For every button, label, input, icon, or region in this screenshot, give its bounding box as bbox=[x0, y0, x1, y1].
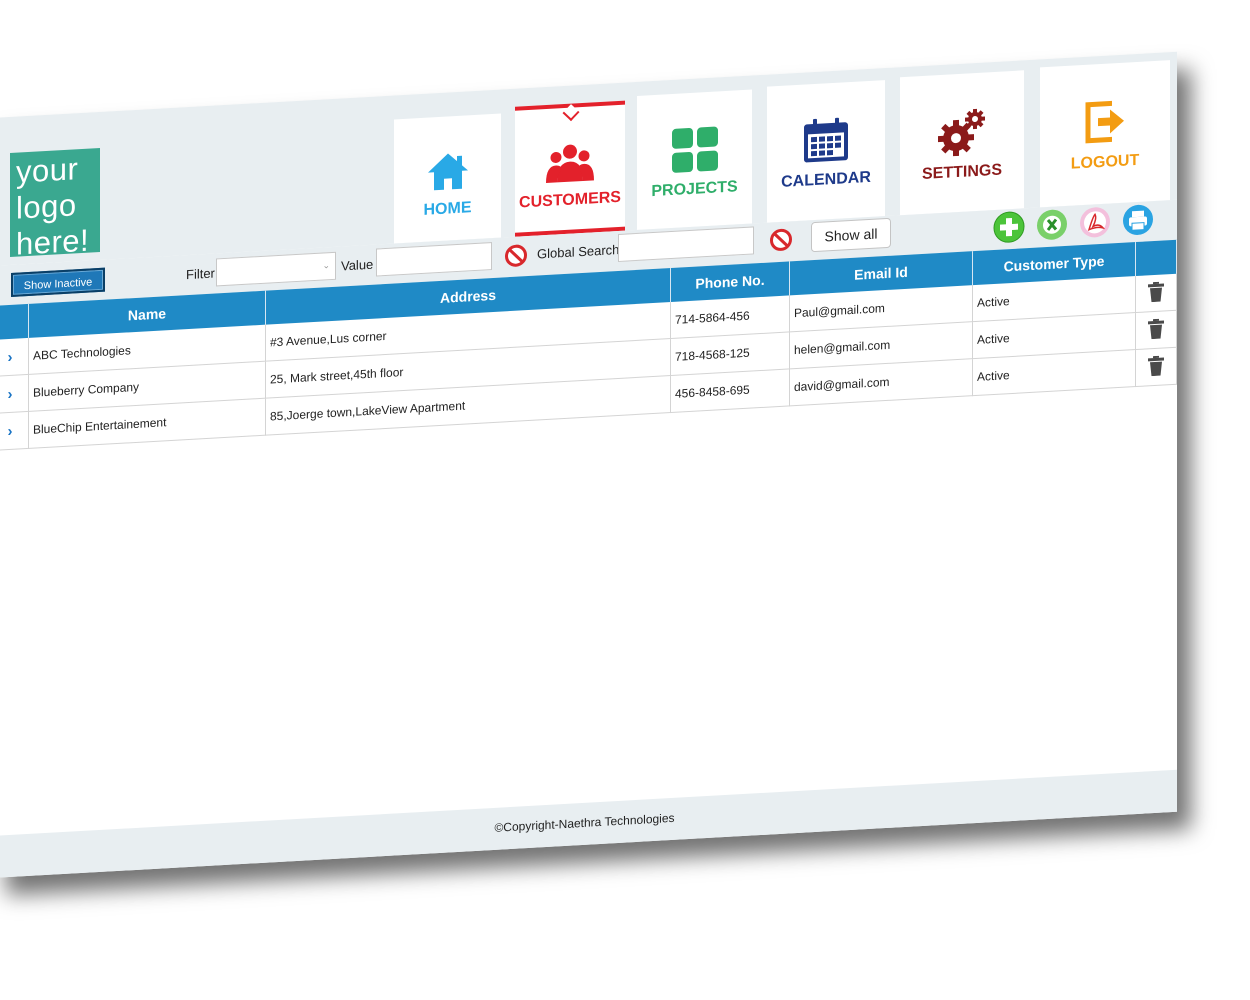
clear-search-icon[interactable] bbox=[769, 227, 793, 252]
gears-icon bbox=[938, 108, 985, 157]
users-icon bbox=[546, 144, 594, 184]
nav-settings-label: SETTINGS bbox=[921, 161, 1002, 184]
nav-home-label: HOME bbox=[423, 199, 472, 219]
grid-icon bbox=[671, 126, 718, 173]
delete-cell bbox=[1135, 273, 1177, 313]
active-notch bbox=[562, 104, 580, 122]
nav-logout[interactable]: LOGOUT bbox=[1040, 60, 1170, 208]
nav-calendar-label: CALENDAR bbox=[781, 168, 871, 191]
logout-icon bbox=[1085, 100, 1124, 144]
nav-projects-label: PROJECTS bbox=[651, 178, 738, 201]
chevron-down-icon: ⌄ bbox=[322, 260, 330, 271]
nav-customers-label: CUSTOMERS bbox=[519, 188, 621, 212]
col-actions bbox=[1135, 239, 1177, 277]
nav-logout-label: LOGOUT bbox=[1070, 151, 1140, 173]
global-search-input[interactable] bbox=[618, 226, 754, 263]
expand-row-icon[interactable]: › bbox=[0, 337, 29, 377]
nav-home[interactable]: HOME bbox=[394, 113, 501, 244]
logo-line-2: logo bbox=[16, 187, 77, 226]
col-expand bbox=[0, 303, 29, 340]
global-search-label: Global Search bbox=[537, 241, 620, 262]
nav-calendar[interactable]: CALENDAR bbox=[767, 80, 885, 223]
nav-customers[interactable]: CUSTOMERS bbox=[515, 100, 625, 237]
add-icon[interactable] bbox=[993, 210, 1025, 244]
excel-icon[interactable] bbox=[1036, 208, 1068, 242]
show-all-button[interactable]: Show all bbox=[811, 217, 891, 253]
calendar-icon bbox=[804, 117, 848, 163]
clear-filter-icon[interactable] bbox=[504, 243, 528, 268]
company-logo: your logo here! bbox=[10, 147, 100, 262]
show-inactive-button[interactable]: Show Inactive bbox=[11, 267, 105, 297]
value-label: Value bbox=[341, 256, 374, 274]
logo-line-1: your bbox=[16, 151, 79, 190]
pdf-icon[interactable] bbox=[1079, 205, 1111, 239]
trash-icon[interactable] bbox=[1148, 281, 1164, 302]
nav-projects[interactable]: PROJECTS bbox=[637, 89, 752, 230]
home-icon bbox=[427, 153, 468, 191]
print-icon[interactable] bbox=[1122, 203, 1154, 237]
cell-phone: 456-8458-695 bbox=[670, 368, 790, 413]
trash-icon[interactable] bbox=[1148, 318, 1164, 339]
filter-label: Filter bbox=[186, 265, 215, 283]
delete-cell bbox=[1135, 347, 1177, 387]
expand-row-icon[interactable]: › bbox=[0, 411, 29, 451]
screen: your logo here! HOME CUSTOMERS PROJECTS … bbox=[0, 0, 1250, 1000]
app-window: your logo here! HOME CUSTOMERS PROJECTS … bbox=[0, 51, 1177, 878]
logo-line-3: here! bbox=[16, 222, 90, 262]
cell-customer-type: Active bbox=[972, 349, 1136, 396]
value-input[interactable] bbox=[376, 242, 492, 277]
delete-cell bbox=[1135, 310, 1177, 350]
nav-settings[interactable]: SETTINGS bbox=[900, 70, 1024, 216]
expand-row-icon[interactable]: › bbox=[0, 374, 29, 414]
footer: ©Copyright-Naethra Technologies bbox=[0, 769, 1177, 878]
copyright-text: ©Copyright-Naethra Technologies bbox=[494, 810, 675, 835]
filter-select[interactable]: ⌄ bbox=[216, 251, 336, 287]
trash-icon[interactable] bbox=[1148, 355, 1164, 376]
